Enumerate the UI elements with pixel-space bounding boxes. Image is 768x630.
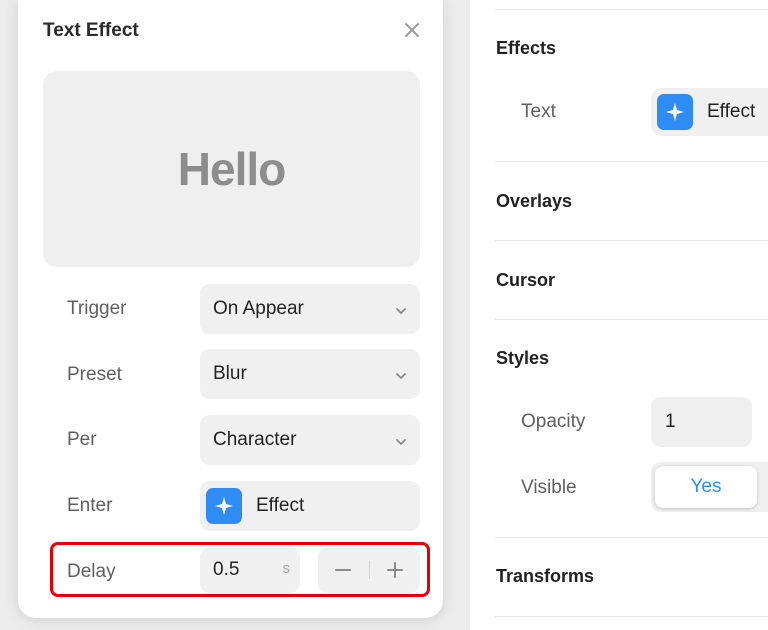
styles-heading: Styles bbox=[496, 348, 550, 368]
divider bbox=[495, 9, 768, 10]
chevron-down-icon bbox=[394, 302, 408, 316]
effect-preview: Hello bbox=[43, 71, 420, 267]
text-effect-modal: Text Effect Hello Trigger On Appear Pres… bbox=[18, 0, 443, 618]
overlays-heading[interactable]: Overlays bbox=[496, 191, 572, 212]
visible-yes-option[interactable]: Yes bbox=[655, 466, 757, 508]
divider bbox=[495, 537, 768, 538]
preset-label: Preset bbox=[67, 364, 122, 385]
effects-heading: Effects bbox=[496, 38, 557, 58]
sparkle-icon bbox=[206, 488, 242, 524]
preview-text: Hello bbox=[177, 143, 286, 195]
chevron-down-icon bbox=[394, 367, 408, 381]
text-effect-label: Text bbox=[521, 101, 556, 122]
enter-effect-button[interactable]: Effect bbox=[200, 481, 420, 531]
opacity-label: Opacity bbox=[521, 411, 586, 432]
properties-panel: Effects Text Effect Overlays Cursor Styl… bbox=[470, 0, 768, 630]
per-select[interactable]: Character bbox=[200, 415, 420, 465]
per-label: Per bbox=[67, 429, 97, 450]
text-effect-button[interactable]: Effect bbox=[651, 88, 768, 136]
trigger-value: On Appear bbox=[213, 298, 304, 319]
divider bbox=[495, 616, 768, 617]
trigger-label: Trigger bbox=[67, 298, 127, 319]
opacity-input[interactable]: 1 bbox=[651, 397, 752, 447]
visible-label: Visible bbox=[521, 477, 577, 498]
delay-highlight-box bbox=[50, 542, 430, 597]
text-effect-value: Effect bbox=[707, 101, 756, 122]
modal-title: Text Effect bbox=[43, 20, 139, 41]
enter-label: Enter bbox=[67, 495, 113, 516]
transforms-heading[interactable]: Transforms bbox=[496, 566, 594, 587]
enter-effect-value: Effect bbox=[256, 495, 305, 516]
per-value: Character bbox=[213, 429, 297, 450]
close-icon[interactable] bbox=[402, 20, 422, 40]
divider bbox=[495, 240, 768, 241]
trigger-select[interactable]: On Appear bbox=[200, 284, 420, 334]
divider bbox=[495, 319, 768, 320]
preset-value: Blur bbox=[213, 363, 247, 384]
cursor-heading[interactable]: Cursor bbox=[496, 270, 555, 291]
sparkle-icon bbox=[657, 94, 693, 130]
chevron-down-icon bbox=[394, 433, 408, 447]
preset-select[interactable]: Blur bbox=[200, 349, 420, 399]
divider bbox=[495, 161, 768, 162]
visible-toggle[interactable]: Yes bbox=[651, 462, 768, 512]
